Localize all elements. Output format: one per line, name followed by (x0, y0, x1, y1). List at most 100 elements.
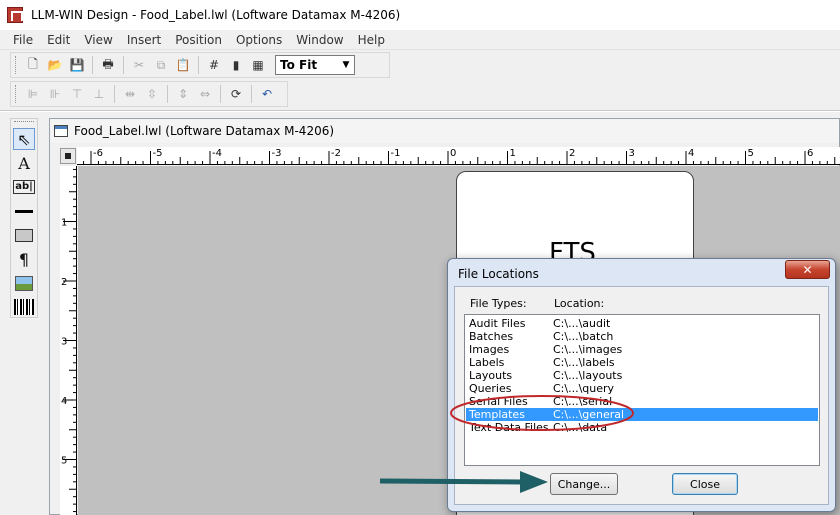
document-icon (54, 125, 68, 137)
zoom-select[interactable]: To Fit ▼ (275, 55, 355, 75)
location-cell: C:\...\batch (553, 330, 614, 343)
text-field-icon[interactable]: ab| (13, 176, 35, 198)
toolbar-separator (251, 85, 252, 103)
line-tool-icon[interactable] (13, 200, 35, 222)
tool-palette: ⇖ A ab| ¶ (10, 118, 38, 318)
list-item[interactable]: Audit Files C:\...\audit (466, 317, 818, 330)
list-item[interactable]: Labels C:\...\labels (466, 356, 818, 369)
ruler-tick-label: 5 (748, 148, 754, 159)
ruler-tick-label: 3 (629, 148, 635, 159)
file-type-cell: Audit Files (469, 317, 526, 330)
space-vertical-icon[interactable]: ⇳ (142, 84, 162, 104)
rotate-icon[interactable]: ⟳ (226, 84, 246, 104)
location-cell: C:\...\audit (553, 317, 611, 330)
paste-icon[interactable]: 📋 (173, 55, 193, 75)
toolbar-separator (220, 85, 221, 103)
ruler-tick-label: 1 (510, 148, 516, 159)
palette-grip[interactable] (14, 121, 34, 126)
ruler-tick-label: 6 (807, 148, 813, 159)
list-item[interactable]: Images C:\...\images (466, 343, 818, 356)
toolbar-separator (92, 56, 93, 74)
location-cell: C:\...\images (553, 343, 623, 356)
file-locations-list[interactable]: Audit Files C:\...\audit Batches C:\...\bat… (464, 314, 820, 466)
file-type-cell: Queries (469, 382, 512, 395)
ruler-tick-label: -2 (331, 148, 341, 159)
file-type-cell: Batches (469, 330, 514, 343)
window-title: LLM-WIN Design - Food_Label.lwl (Loftwar… (31, 8, 401, 22)
open-icon[interactable]: 📂 (45, 55, 65, 75)
paragraph-tool-icon[interactable]: ¶ (13, 248, 35, 270)
document-title-bar[interactable]: Food_Label.lwl (Loftware Datamax M-4206) (50, 119, 839, 143)
image-tool-icon[interactable] (13, 272, 35, 294)
close-button[interactable]: Close (672, 473, 738, 495)
barcode-tool-icon[interactable] (13, 296, 35, 318)
text-tool-icon[interactable]: A (13, 152, 35, 174)
toolbar-grip[interactable] (15, 56, 18, 74)
chevron-down-icon[interactable]: ▼ (338, 56, 354, 74)
toolbar-divider (0, 110, 840, 112)
horizontal-ruler-ticks: -6 -5 -4 -3 -2 -1 0 1 2 3 4 5 6 (83, 148, 836, 164)
file-type-cell: Serial Files (469, 395, 528, 408)
toolbar-grip[interactable] (15, 85, 18, 103)
space-horizontal-icon[interactable]: ⇹ (120, 84, 140, 104)
location-cell: C:\...\query (553, 382, 615, 395)
grid-icon[interactable]: # (204, 55, 224, 75)
cut-icon[interactable]: ✂ (129, 55, 149, 75)
copy-icon[interactable]: ⧉ (151, 55, 171, 75)
list-item[interactable]: Batches C:\...\batch (466, 330, 818, 343)
list-item[interactable]: Queries C:\...\query (466, 382, 818, 395)
file-locations-dialog: File Locations ✕ File Types: Location: A… (447, 258, 836, 512)
toolbar-separator (114, 85, 115, 103)
list-item[interactable]: Text Data Files C:\...\data (466, 421, 818, 434)
ruler-tick-label: 3 (61, 337, 67, 348)
file-type-cell: Images (469, 343, 510, 356)
align-top-icon[interactable]: ⊤ (67, 84, 87, 104)
location-cell: C:\...\serial (553, 395, 613, 408)
menu-edit[interactable]: Edit (40, 31, 77, 49)
ruler-tick-label: -3 (272, 148, 282, 159)
center-vertical-icon[interactable]: ⇕ (173, 84, 193, 104)
dialog-title: File Locations (458, 267, 539, 281)
align-bottom-icon[interactable]: ⊥ (89, 84, 109, 104)
standard-toolbar: 🗋 📂 💾 🖶 ✂ ⧉ 📋 # ▮ ▦ To Fit ▼ (10, 52, 390, 78)
menu-position[interactable]: Position (168, 31, 229, 49)
save-icon[interactable]: 💾 (67, 55, 87, 75)
center-horizontal-icon[interactable]: ⇔ (195, 84, 215, 104)
align-right-icon[interactable]: ⊪ (45, 84, 65, 104)
menu-view[interactable]: View (77, 31, 119, 49)
align-left-icon[interactable]: ⊫ (23, 84, 43, 104)
ruler-tick-label: 4 (688, 148, 694, 159)
toolbar-separator (123, 56, 124, 74)
change-button[interactable]: Change... (550, 473, 618, 495)
ruler-tick-label: 4 (61, 396, 67, 407)
list-item[interactable]: Serial Files C:\...\serial (466, 395, 818, 408)
list-item[interactable]: Templates C:\...\general (466, 408, 818, 421)
properties-icon[interactable]: ▮ (226, 55, 246, 75)
vertical-ruler: 1 2 3 4 5 (60, 166, 77, 515)
ruler-tick-label: 2 (569, 148, 575, 159)
ruler-tick-label: -6 (93, 148, 103, 159)
menu-options[interactable]: Options (229, 31, 289, 49)
undo-icon[interactable]: ↶ (257, 84, 277, 104)
column-header-file-types: File Types: (470, 297, 527, 310)
title-bar: LLM-WIN Design - Food_Label.lwl (Loftwar… (0, 0, 840, 30)
menu-bar: File Edit View Insert Position Options W… (0, 30, 840, 50)
list-item[interactable]: Layouts C:\...\layouts (466, 369, 818, 382)
rectangle-tool-icon[interactable] (13, 224, 35, 246)
file-type-cell: Text Data Files (469, 421, 549, 434)
menu-file[interactable]: File (6, 31, 40, 49)
print-icon[interactable]: 🖶 (98, 55, 118, 75)
barcode-setup-icon[interactable]: ▦ (248, 55, 268, 75)
column-header-location: Location: (554, 297, 605, 310)
menu-help[interactable]: Help (351, 31, 392, 49)
file-type-cell: Templates (469, 408, 525, 421)
menu-window[interactable]: Window (289, 31, 350, 49)
ruler-tick-label: -5 (153, 148, 163, 159)
pointer-icon[interactable]: ⇖ (13, 128, 35, 150)
vertical-ruler-ticks: 1 2 3 4 5 (61, 168, 76, 513)
location-cell: C:\...\labels (553, 356, 615, 369)
menu-insert[interactable]: Insert (120, 31, 168, 49)
close-icon[interactable]: ✕ (785, 260, 830, 279)
new-icon[interactable]: 🗋 (23, 55, 43, 75)
horizontal-ruler: -6 -5 -4 -3 -2 -1 0 1 2 3 4 5 6 (77, 147, 840, 165)
